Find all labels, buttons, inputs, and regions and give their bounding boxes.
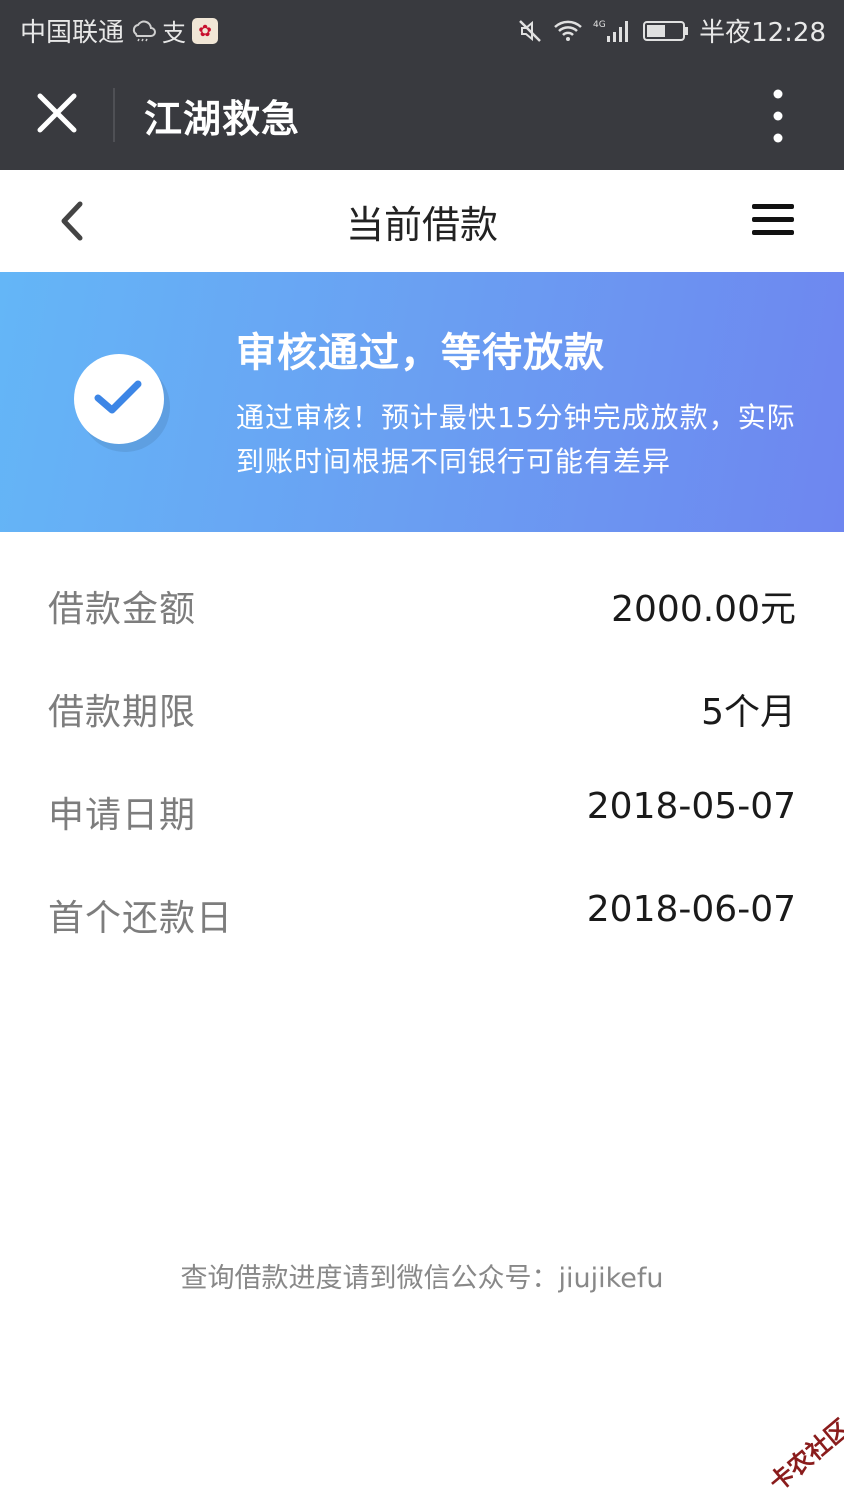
row-label: 申请日期: [48, 795, 197, 836]
mute-icon: [517, 18, 543, 44]
weather-cloud-icon: [130, 20, 156, 42]
carrier-name: 中国联通: [20, 18, 125, 48]
wechat-nav-bar: 江湖救急: [0, 60, 844, 170]
row-value: 5个月: [701, 692, 796, 733]
status-time: 半夜12:28: [699, 18, 826, 48]
status-banner: 审核通过，等待放款 通过审核！预计最快15分钟完成放款，实际到账时间根据不同银行…: [0, 272, 844, 532]
hamburger-menu-icon[interactable]: [752, 204, 794, 240]
app-badge-icon: ✿: [192, 17, 219, 44]
wifi-icon: [553, 19, 583, 43]
signal-icon: 4G: [593, 18, 633, 44]
menu-bar: [752, 217, 794, 222]
nav-divider: [113, 88, 115, 142]
watermark-logo: 卡农社区: [740, 1408, 844, 1500]
row-label: 借款期限: [48, 692, 197, 733]
status-bar-left: 中国联通 支 ✿: [20, 12, 219, 49]
more-vertical-icon[interactable]: [760, 86, 796, 146]
menu-bar: [752, 204, 794, 209]
alipay-zhi-icon: 支: [162, 19, 187, 47]
footer-note: 查询借款进度请到微信公众号：jiujikefu: [180, 1263, 664, 1294]
row-label: 首个还款日: [48, 898, 234, 939]
check-circle-icon: [74, 354, 164, 444]
status-bar-right: 4G 半夜12:28: [517, 12, 826, 49]
first-repayment-row: 首个还款日 2018-06-07: [48, 865, 796, 968]
status-description: 通过审核！预计最快15分钟完成放款，实际到账时间根据不同银行可能有差异: [236, 401, 796, 478]
row-value: 2018-05-07: [586, 786, 796, 827]
apply-date-row: 申请日期 2018-05-07: [48, 762, 796, 865]
loan-amount-row: 借款金额 2000.00元: [48, 556, 796, 659]
close-icon[interactable]: [36, 92, 78, 134]
row-value: 2000.00元: [611, 589, 796, 630]
menu-bar: [752, 230, 794, 235]
status-title: 审核通过，等待放款: [236, 330, 605, 376]
row-label: 借款金额: [48, 589, 197, 630]
status-bar: 中国联通 支 ✿ 4G 半夜12:28: [0, 0, 844, 60]
svg-text:4G: 4G: [593, 20, 606, 30]
page-header: 当前借款: [0, 170, 844, 273]
battery-icon: [643, 19, 689, 43]
wechat-page-title: 江湖救急: [144, 97, 301, 141]
watermark-text: 卡农社区: [763, 1413, 844, 1497]
loan-info-list: 借款金额 2000.00元 借款期限 5个月 申请日期 2018-05-07 首…: [48, 556, 796, 968]
loan-term-row: 借款期限 5个月: [48, 659, 796, 762]
row-value: 2018-06-07: [586, 889, 796, 930]
page-title: 当前借款: [345, 203, 498, 247]
